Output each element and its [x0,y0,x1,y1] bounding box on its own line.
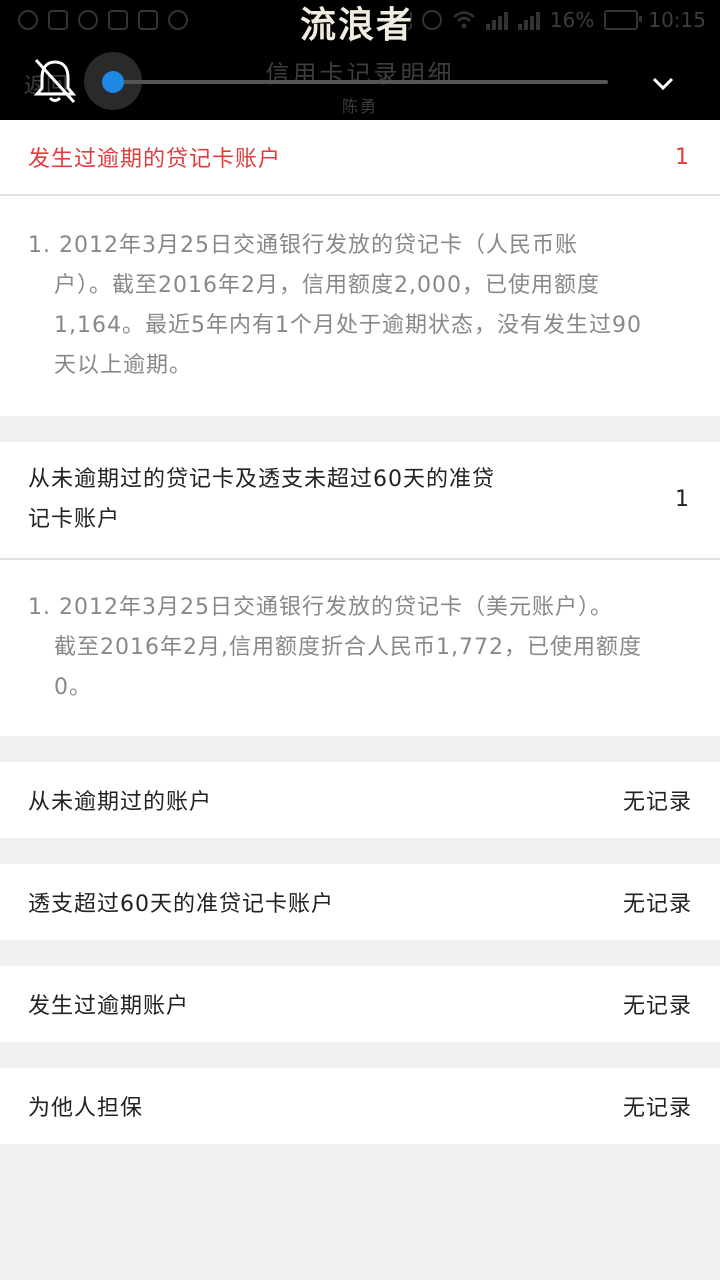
section-gap [0,838,720,864]
app-grid-icon [138,10,158,30]
list-item-never-overdue[interactable]: 从未逾期过的账户 无记录 [0,762,720,838]
status-left-icons [18,10,188,30]
alert-icon [48,10,68,30]
signal-icon-2 [517,10,540,30]
wifi-icon [453,11,475,29]
overdue-card-section: 发生过逾期的贷记卡账户 1 1. 2012年3月25日交通银行发放的贷记卡（人民… [0,120,720,416]
item-line: 天以上逾期。 [54,353,193,378]
section-gap [0,736,720,762]
list-item-overdue-accounts[interactable]: 发生过逾期账户 无记录 [0,966,720,1042]
item-line: 1. 2012年3月25日交通银行发放的贷记卡（人民币账 [28,233,578,258]
row-value: 无记录 [622,1096,692,1121]
normal-section-title: 从未逾期过的贷记卡及透支未超过60天的准贷 记卡账户 [28,467,495,532]
row-value: 无记录 [622,790,692,815]
section-gap [0,940,720,966]
item-line: 截至2016年2月,信用额度折合人民币1,772，已使用额度 [54,635,642,660]
overdue-section-header[interactable]: 发生过逾期的贷记卡账户 1 [0,120,720,194]
section-gap [0,1042,720,1068]
item-line: 户）。截至2016年2月，信用额度2,000，已使用额度 [54,273,600,298]
chevron-down-icon[interactable] [650,70,676,96]
overdue-section-count: 1 [675,144,690,170]
overdue-section-title: 发生过逾期的贷记卡账户 [28,147,282,172]
row-label: 透支超过60天的准贷记卡账户 [28,892,334,917]
battery-percent: 16% [549,8,595,32]
list-item-guarantee[interactable]: 为他人担保 无记录 [0,1068,720,1144]
row-value: 无记录 [622,994,692,1019]
item-line: 1,164。最近5年内有1个月处于逾期状态，没有发生过90 [54,313,642,338]
overdue-account-item: 1. 2012年3月25日交通银行发放的贷记卡（人民币账 户）。截至2016年2… [0,196,720,416]
title-line: 记卡账户 [28,507,121,532]
row-label: 从未逾期过的账户 [28,790,213,815]
signal-icon [485,10,508,30]
section-gap [0,416,720,442]
row-label: 为他人担保 [28,1096,144,1121]
clock: 10:15 [648,8,706,32]
status-right-icons: 16% 10:15 [397,8,706,32]
title-line: 从未逾期过的贷记卡及透支未超过60天的准贷 [28,467,495,492]
alarm-icon [421,10,442,30]
row-label: 发生过逾期账户 [28,994,190,1019]
normal-card-section: 从未逾期过的贷记卡及透支未超过60天的准贷 记卡账户 1 1. 2012年3月2… [0,442,720,736]
item-line: 1. 2012年3月25日交通银行发放的贷记卡（美元账户）。 [28,595,613,620]
browser-icon [78,10,98,30]
row-value: 无记录 [622,892,692,917]
more-icon [168,10,188,30]
normal-section-header[interactable]: 从未逾期过的贷记卡及透支未超过60天的准贷 记卡账户 1 [0,442,720,558]
normal-account-item: 1. 2012年3月25日交通银行发放的贷记卡（美元账户）。 截至2016年2月… [0,560,720,736]
watermark-text: 流浪者 [300,5,415,46]
notification-icon [18,10,38,30]
battery-icon [604,10,643,30]
credit-record-content: 发生过逾期的贷记卡账户 1 1. 2012年3月25日交通银行发放的贷记卡（人民… [0,120,720,1144]
image-icon [108,10,128,30]
normal-section-count: 1 [675,487,690,512]
bell-muted-icon[interactable] [30,56,80,106]
list-item-overdraft-60[interactable]: 透支超过60天的准贷记卡账户 无记录 [0,864,720,940]
volume-slider-thumb[interactable] [102,71,124,93]
item-line: 0。 [54,675,92,700]
volume-slider-track[interactable] [112,80,608,84]
